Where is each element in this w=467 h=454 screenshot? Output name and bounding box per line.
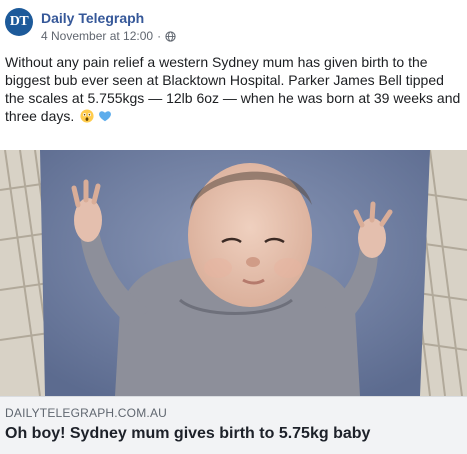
- post-meta: 4 November at 12:00 ·: [41, 29, 176, 43]
- post-body: Without any pain relief a western Sydney…: [5, 53, 461, 125]
- meta-separator: ·: [157, 29, 162, 43]
- newborn-baby-image: [0, 150, 467, 396]
- post-timestamp[interactable]: 4 November at 12:00: [41, 29, 153, 43]
- post-photo[interactable]: [0, 150, 467, 396]
- link-headline[interactable]: Oh boy! Sydney mum gives birth to 5.75kg…: [5, 425, 370, 443]
- link-domain: DAILYTELEGRAPH.COM.AU: [5, 406, 168, 420]
- page-avatar[interactable]: DT: [5, 8, 33, 36]
- link-preview[interactable]: DAILYTELEGRAPH.COM.AU Oh boy! Sydney mum…: [0, 396, 467, 454]
- astonished-face-icon: [80, 109, 94, 123]
- post-text: Without any pain relief a western Sydney…: [5, 54, 461, 124]
- post-header: DT Daily Telegraph 4 November at 12:00 ·: [5, 8, 462, 44]
- facebook-post: DT Daily Telegraph 4 November at 12:00 ·…: [0, 0, 467, 454]
- blue-heart-icon: [99, 111, 111, 122]
- page-name-link[interactable]: Daily Telegraph: [41, 10, 144, 26]
- globe-icon[interactable]: [165, 30, 176, 42]
